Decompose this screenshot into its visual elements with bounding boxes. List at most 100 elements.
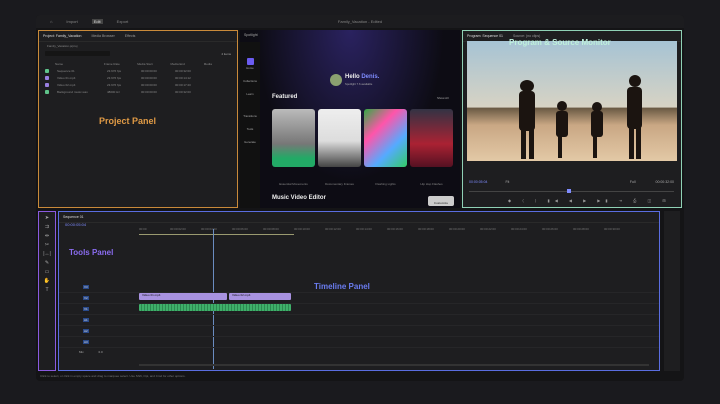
tab-program[interactable]: Program: Sequence 01 — [467, 34, 503, 38]
hand-icon[interactable]: ✋ — [39, 277, 55, 286]
nav-home[interactable]: Home — [240, 58, 260, 70]
track-label[interactable]: V2 — [83, 296, 89, 300]
playhead-timecode[interactable]: 00:00:05:04 — [469, 180, 488, 184]
selection-tool-icon[interactable]: ➤ — [39, 214, 55, 223]
ruler-tick: 00:00:20:00 — [449, 227, 465, 231]
app-window: ⌂ Import Edit Export Family_Vacation - E… — [36, 15, 684, 381]
top-bar: ⌂ Import Edit Export Family_Vacation - E… — [36, 15, 684, 28]
table-row[interactable]: Video 01.mp4 23.976 fps 00:00:00:00 00:00:1… — [39, 74, 237, 81]
ruler-tick: 00:00:18:00 — [418, 227, 434, 231]
tab-project[interactable]: Project: Family_Vacation — [43, 34, 81, 38]
track-label[interactable]: V1 — [83, 307, 89, 311]
import-tab[interactable]: Import — [66, 19, 77, 24]
nav-learn[interactable]: Learn — [240, 92, 260, 96]
tab-sequence[interactable]: Sequence 01 — [63, 215, 84, 219]
status-bar: Click to select, or click in empty space… — [40, 374, 186, 378]
timeline-panel: Sequence 01 00:00:05:04 Tools Panel 00:0… — [58, 211, 660, 371]
track-label[interactable]: A2 — [83, 329, 89, 333]
featured-title: Featured — [272, 94, 298, 100]
search-input[interactable] — [45, 51, 110, 56]
timeline-timecode[interactable]: 00:00:05:04 — [65, 222, 86, 227]
ruler-tick: 00:00:10:00 — [294, 227, 310, 231]
table-row[interactable]: Sequence 01 23.976 fps 00:00:00:00 00:00:32… — [39, 67, 237, 74]
nav-generate[interactable]: Generate — [240, 140, 260, 144]
item-count: 4 items — [221, 51, 231, 56]
nav-transitions[interactable]: Transitions — [240, 114, 260, 118]
ruler-tick: 00:00:22:00 — [480, 227, 496, 231]
pen-icon[interactable]: ✎ — [39, 259, 55, 268]
slip-icon[interactable]: |↔| — [39, 250, 55, 259]
table-row[interactable]: Video 02.mp4 23.976 fps 00:00:00:00 00:00:1… — [39, 81, 237, 88]
video-clip[interactable]: Video 01.mp4 — [139, 293, 227, 300]
audio-clip[interactable] — [139, 304, 291, 311]
edit-tab[interactable]: Edit — [91, 19, 103, 24]
spotlight-panel: Spotlight Home Collections Learn Transit… — [240, 30, 460, 208]
table-row[interactable]: Background music.wav 48000 Hz 00:00:00:00 0… — [39, 88, 237, 95]
mix-label: Mix — [79, 350, 84, 354]
ruler-tick: 00:00:14:00 — [356, 227, 372, 231]
ruler-tick: 00:00:16:00 — [387, 227, 403, 231]
playback-controls[interactable]: ◆ ⟨ ⟩ ▮◀ ◀ ▶ ▶▮ ⇥ ⎙ ◫ ⊞ — [508, 198, 671, 203]
col-fps[interactable]: Frame Rate — [104, 62, 137, 66]
user-name: Denis. — [361, 74, 380, 80]
type-icon[interactable]: T — [39, 286, 55, 295]
vertical-scroll-strip[interactable] — [664, 211, 680, 371]
monitor-annotation: Program & Source Monitor — [509, 38, 611, 47]
customize-button[interactable]: Customize — [428, 196, 454, 206]
featured-card[interactable] — [318, 109, 361, 167]
ripple-edit-icon[interactable]: ⇹ — [39, 232, 55, 241]
track-area: V3 V2 V1 A1 A2 A3 — [59, 282, 659, 348]
fit-select[interactable]: Fit — [506, 180, 510, 184]
quality-select[interactable]: Full — [630, 180, 636, 184]
nav-collections[interactable]: Collections — [240, 79, 260, 83]
ruler-tick: 00:00:08:00 — [263, 227, 279, 231]
featured-card[interactable] — [272, 109, 315, 167]
razor-icon[interactable]: ✂ — [39, 241, 55, 250]
ruler-tick: 00:00:12:00 — [325, 227, 341, 231]
ruler-tick: 00:00:06:00 — [232, 227, 248, 231]
tab-media-browser[interactable]: Media Browser — [91, 34, 114, 38]
ruler-tick: 00:00 — [139, 227, 147, 231]
featured-card[interactable] — [410, 109, 453, 167]
track-label[interactable]: A3 — [83, 340, 89, 344]
track-label[interactable]: V3 — [83, 285, 89, 289]
scrubber[interactable] — [469, 189, 674, 193]
timeline-panel-annotation: Timeline Panel — [314, 282, 370, 291]
card-title: Hip Hop Flashes — [420, 182, 443, 186]
tab-effects[interactable]: Effects — [125, 34, 136, 38]
mix-value[interactable]: 0.0 — [99, 350, 103, 354]
program-monitor-panel: Program: Sequence 01 Source: (no clips) P… — [462, 30, 682, 208]
ruler-tick: 00:00:24:00 — [511, 227, 527, 231]
ruler-tick: 00:00:04:00 — [201, 227, 217, 231]
avatar[interactable] — [330, 74, 342, 86]
video-frame — [467, 41, 677, 161]
music-title: Music Video Editor — [272, 195, 326, 201]
subtitle: Spotlight 7.6 available — [345, 82, 373, 86]
nav-tools[interactable]: Tools — [240, 127, 260, 131]
col-start[interactable]: Media Start — [137, 62, 170, 66]
col-name[interactable]: Name — [55, 62, 104, 66]
family-silhouette — [519, 75, 642, 159]
tools-panel-annotation: Tools Panel — [69, 248, 114, 257]
card-title: Flashing Lights — [375, 182, 396, 186]
rectangle-icon[interactable]: ▭ — [39, 268, 55, 277]
ruler-tick: 00:00:02:00 — [170, 227, 186, 231]
track-label[interactable]: A1 — [83, 318, 89, 322]
tab-spotlight[interactable]: Spotlight — [240, 30, 460, 40]
video-clip[interactable]: Video 02.mp4 — [229, 293, 291, 300]
project-panel-annotation: Project Panel — [99, 116, 157, 126]
spotlight-nav: Home Collections Learn Transitions Tools… — [240, 42, 260, 208]
featured-card[interactable] — [364, 109, 407, 167]
home-icon[interactable]: ⌂ — [50, 19, 52, 24]
project-path: Family_Vacation.prproj — [47, 44, 78, 48]
show-all-link[interactable]: Show All — [437, 96, 449, 100]
ruler-tick: 00:00:28:00 — [573, 227, 589, 231]
window-title: Family_Vacation - Edited — [337, 19, 383, 24]
track-select-icon[interactable]: ⇉ — [39, 223, 55, 232]
col-media[interactable]: Media — [204, 62, 237, 66]
export-tab[interactable]: Export — [117, 19, 129, 24]
work-area-bar[interactable] — [139, 234, 294, 235]
col-end[interactable]: Media End — [170, 62, 203, 66]
horizontal-scrollbar[interactable] — [139, 364, 649, 366]
time-ruler[interactable]: 00:00 00:00:02:00 00:00:04:00 00:00:06:00 00… — [139, 212, 659, 236]
